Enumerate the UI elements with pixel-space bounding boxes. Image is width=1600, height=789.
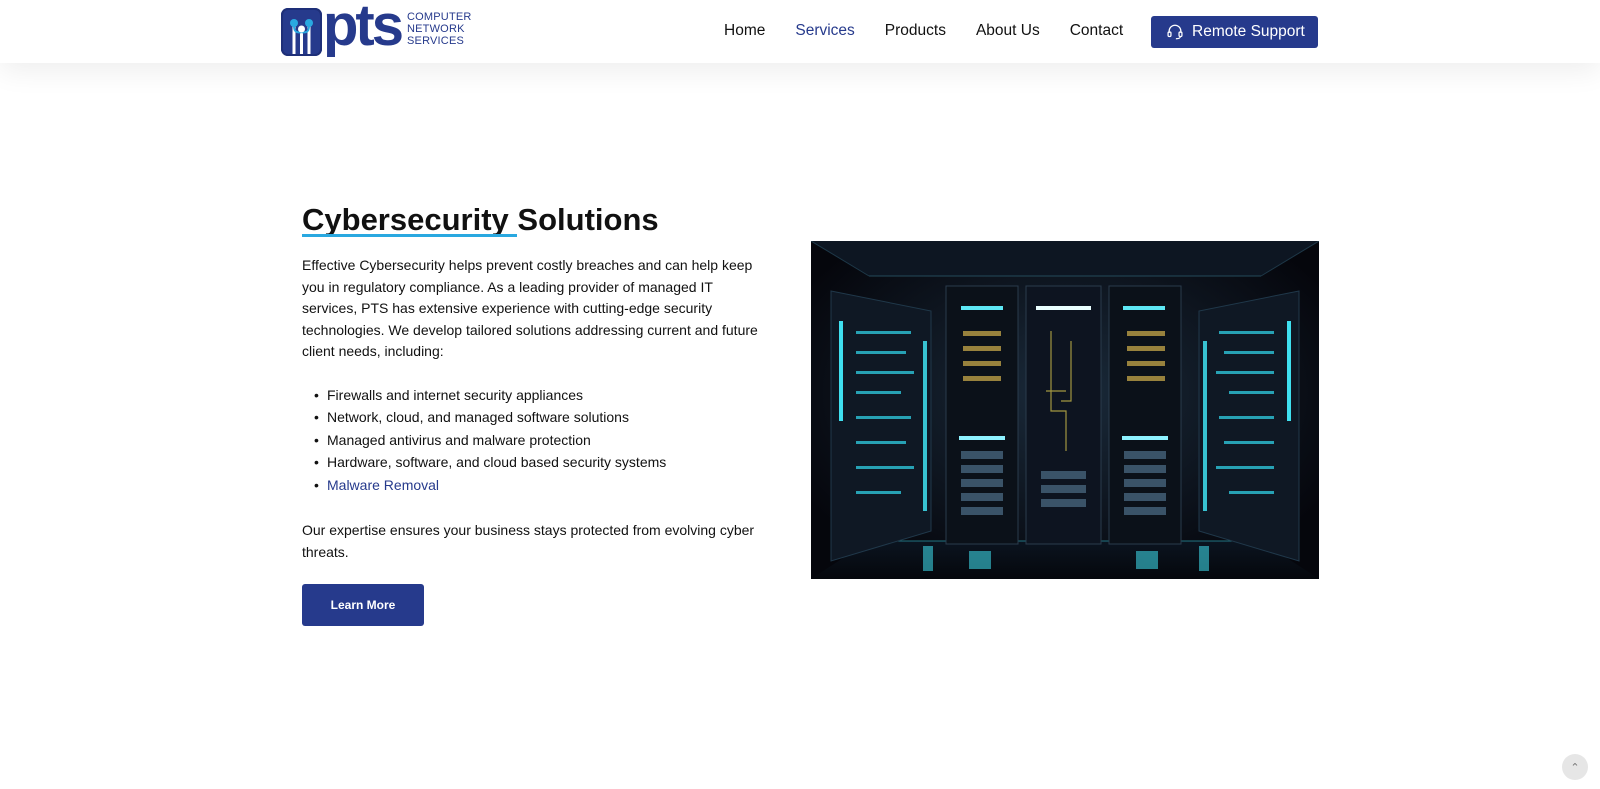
learn-more-button[interactable]: Learn More — [302, 583, 424, 626]
chevron-up-icon: ⌃ — [1570, 761, 1580, 774]
services-list: Firewalls and internet security applianc… — [314, 384, 764, 497]
malware-removal-link[interactable]: Malware Removal — [327, 477, 439, 493]
list-item: Network, cloud, and managed software sol… — [314, 406, 764, 429]
cybersecurity-section: Cybersecurity Solutions Effective Cybers… — [302, 200, 764, 626]
heading-underlined: Cybersecurity — [302, 200, 517, 240]
closing-paragraph: Our expertise ensures your business stay… — [302, 522, 755, 561]
nav-home[interactable]: Home — [724, 18, 765, 44]
logo-subtitle-line: COMPUTER — [407, 11, 472, 23]
heading-rest: Solutions — [517, 202, 659, 237]
remote-support-button[interactable]: Remote Support — [1151, 16, 1318, 48]
list-item: Firewalls and internet security applianc… — [314, 384, 764, 407]
nav-contact[interactable]: Contact — [1070, 18, 1123, 44]
scroll-to-top-button[interactable]: ⌃ — [1562, 754, 1588, 780]
nav-about-us[interactable]: About Us — [976, 18, 1040, 44]
nav-services[interactable]: Services — [795, 18, 854, 44]
site-header: pts COMPUTER NETWORK SERVICES Home Servi… — [0, 0, 1600, 63]
logo-subtitle-line: SERVICES — [407, 35, 465, 47]
network-nodes-icon — [281, 8, 322, 56]
logo-subtitle: COMPUTER NETWORK SERVICES — [407, 11, 472, 47]
list-item: Hardware, software, and cloud based secu… — [314, 451, 764, 474]
section-heading: Cybersecurity Solutions — [302, 200, 764, 240]
server-room-illustration — [811, 241, 1319, 579]
intro-paragraph: Effective Cybersecurity helps prevent co… — [302, 257, 758, 360]
list-item: Managed antivirus and malware protection — [314, 429, 764, 452]
logo-wordmark: pts — [323, 0, 404, 58]
nav-products[interactable]: Products — [885, 18, 946, 44]
main-nav: Home Services Products About Us Contact — [724, 18, 1123, 44]
headset-icon — [1167, 24, 1183, 40]
server-room-image — [811, 241, 1319, 579]
logo-subtitle-line: NETWORK — [407, 23, 465, 35]
logo[interactable]: pts COMPUTER NETWORK SERVICES — [281, 0, 472, 59]
list-item: Malware Removal — [314, 474, 764, 497]
remote-support-label: Remote Support — [1192, 23, 1305, 40]
